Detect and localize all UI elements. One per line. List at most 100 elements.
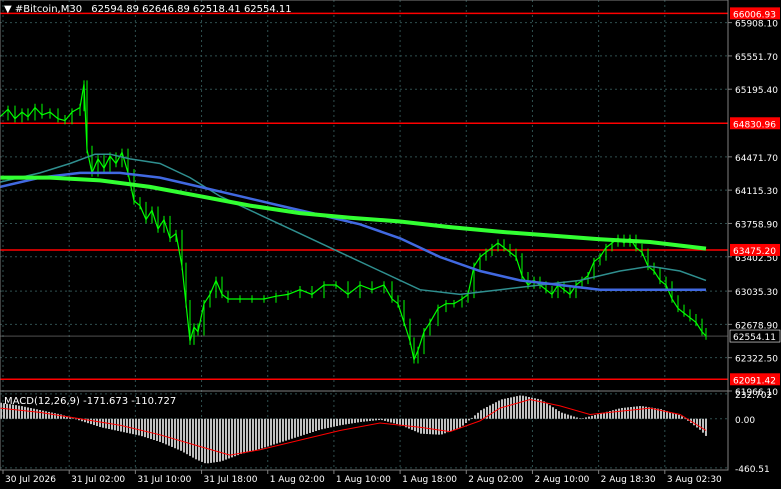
macd-bar: [423, 418, 425, 434]
y-tick-label: 62322.50: [735, 355, 778, 365]
x-tick-label: 3 Aug 02:30: [667, 475, 722, 485]
macd-bar: [237, 418, 239, 456]
macd-bar: [54, 413, 56, 419]
macd-bar: [600, 413, 602, 419]
macd-bar: [99, 418, 101, 427]
macd-bar: [213, 418, 215, 463]
macd-bar: [684, 418, 686, 420]
macd-tick-label: 232.702: [735, 391, 772, 401]
macd-bar: [354, 418, 356, 423]
macd-bar: [15, 405, 17, 419]
macd-bar: [189, 418, 191, 456]
macd-bar: [630, 407, 632, 419]
macd-bar: [291, 418, 293, 439]
macd-bar: [288, 418, 290, 440]
macd-bar: [318, 418, 320, 431]
macd-bar: [246, 418, 248, 453]
macd-bar: [270, 418, 272, 446]
macd-bar: [249, 418, 251, 452]
macd-bar: [165, 418, 167, 445]
macd-bar: [441, 418, 443, 435]
y-tick-label: 64471.70: [735, 154, 778, 164]
x-tick-label: 30 Jul 2026: [5, 475, 56, 485]
macd-bar: [375, 418, 377, 421]
macd-bar: [549, 405, 551, 419]
macd-bar: [315, 418, 317, 432]
macd-bar: [567, 414, 569, 419]
macd-bar: [465, 418, 467, 424]
time-axis: 30 Jul 2026 31 Jul 02:00 31 Jul 10:00 31 Ju…: [2, 470, 722, 485]
macd-bar: [57, 413, 59, 419]
macd-bar: [357, 418, 359, 423]
macd-bar: [48, 411, 50, 419]
macd-bar: [366, 418, 368, 422]
x-tick-label: 1 Aug 10:00: [336, 475, 391, 485]
macd-bar: [564, 413, 566, 419]
level-label: 64830.96: [733, 120, 776, 130]
x-tick-label: 1 Aug 02:00: [270, 475, 325, 485]
y-tick-label: 65908.10: [735, 20, 778, 30]
macd-bar: [303, 418, 305, 435]
macd-bar: [705, 418, 707, 436]
macd-bar: [210, 418, 212, 463]
current-price-label: 62554.11: [733, 333, 776, 343]
macd-bar: [408, 418, 410, 429]
macd-bar: [363, 418, 365, 422]
macd-bar: [510, 397, 512, 419]
macd-bar: [153, 418, 155, 441]
macd-bar: [126, 418, 128, 433]
macd-bar: [594, 415, 596, 419]
macd-bar: [474, 415, 476, 419]
macd-bar: [627, 407, 629, 419]
macd-bar: [156, 418, 158, 441]
macd-bar: [162, 418, 164, 444]
macd-bar: [186, 418, 188, 455]
macd-bar: [39, 410, 41, 419]
macd-bar: [222, 418, 224, 461]
level-lines: [0, 12, 728, 381]
macd-bar: [285, 418, 287, 441]
level-label: 66006.93: [733, 10, 776, 20]
macd-bar: [45, 411, 47, 419]
macd-bar: [525, 396, 527, 419]
macd-bar: [135, 418, 137, 435]
macd-bar: [501, 399, 503, 419]
macd-bar: [582, 418, 584, 419]
macd-bar: [546, 403, 548, 419]
ohlc-values: 62594.89 62646.89 62518.41 62554.11: [91, 4, 291, 15]
macd-bar: [72, 418, 74, 419]
triangle-icon: ▼: [4, 4, 15, 15]
macd-bar: [198, 418, 200, 461]
macd-bar: [294, 418, 296, 438]
macd-bar: [693, 418, 695, 426]
macd-bar: [471, 417, 473, 419]
macd-bar: [177, 418, 179, 450]
macd-bar: [450, 418, 452, 432]
macd-bar: [561, 412, 563, 419]
macd-bar: [321, 418, 323, 430]
macd-bar: [102, 418, 104, 428]
macd-bar: [459, 418, 461, 428]
macd-bar: [216, 418, 218, 463]
macd-bar: [192, 418, 194, 458]
macd-bar: [33, 408, 35, 419]
macd-bar: [462, 418, 464, 426]
macd-bar: [21, 406, 23, 419]
price-axis: 65908.10 65551.70 65195.40 64471.70 64115.30…: [728, 7, 781, 398]
macd-bar: [420, 418, 422, 434]
macd-bar: [468, 418, 470, 421]
macd-bar: [552, 407, 554, 419]
macd-bar: [381, 418, 383, 421]
trading-chart[interactable]: 65908.10 65551.70 65195.40 64471.70 64115.30…: [0, 0, 781, 489]
macd-bar: [261, 418, 263, 449]
x-tick-label: 2 Aug 10:00: [534, 475, 589, 485]
macd-bar: [279, 418, 281, 443]
macd-bar: [306, 418, 308, 434]
x-tick-label: 31 Jul 18:00: [204, 475, 258, 485]
ma-slow-line: [0, 175, 707, 251]
macd-bar: [372, 418, 374, 421]
macd-bar: [60, 414, 62, 419]
macd-bar: [576, 417, 578, 419]
x-tick-label: 31 Jul 10:00: [137, 475, 191, 485]
macd-bar: [411, 418, 413, 430]
